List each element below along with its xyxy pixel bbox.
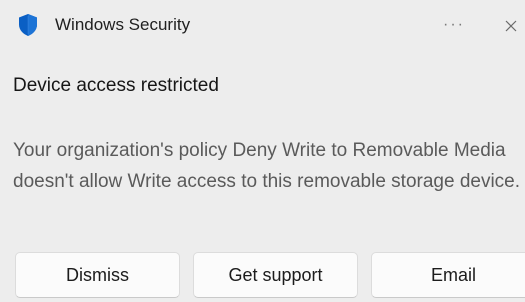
action-bar: Dismiss Get support Email: [0, 252, 525, 302]
more-options-button[interactable]: ···: [436, 12, 472, 38]
notification-toast: Windows Security ··· Device access restr…: [0, 0, 525, 302]
toast-header: Windows Security ···: [0, 0, 525, 50]
close-icon: [505, 20, 517, 32]
close-button[interactable]: [498, 10, 524, 40]
app-title: Windows Security: [55, 15, 191, 34]
notification-title: Device access restricted: [13, 75, 219, 96]
get-support-button[interactable]: Get support: [193, 252, 358, 298]
shield-icon: [17, 13, 39, 37]
dismiss-button[interactable]: Dismiss: [15, 252, 180, 298]
email-button[interactable]: Email: [371, 252, 525, 298]
notification-body: Your organization's policy Deny Write to…: [13, 140, 521, 192]
